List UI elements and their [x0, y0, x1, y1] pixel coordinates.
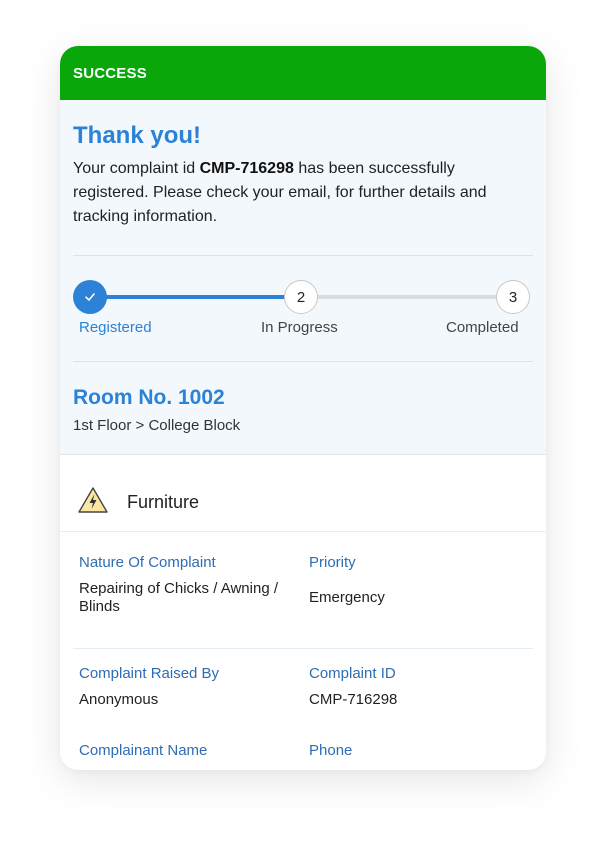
- complaint-id-highlight: CMP-716298: [199, 160, 294, 177]
- check-icon: [85, 293, 95, 301]
- phone: Phone: [309, 742, 529, 768]
- progress-fill: [91, 295, 295, 299]
- confirmation-section: Thank you! Your complaint id CMP-716298 …: [60, 100, 546, 455]
- category-label: Furniture: [127, 492, 200, 512]
- complaint-details: Nature Of Complaint Repairing of Chicks …: [60, 532, 546, 770]
- message-prefix: Your complaint id: [73, 160, 200, 177]
- step-registered-label: Registered: [79, 319, 152, 336]
- divider: [73, 255, 533, 256]
- nature-label: Nature Of Complaint: [79, 554, 216, 571]
- complaint-id-label: Complaint ID: [309, 665, 396, 682]
- room-title: Room No. 1002: [73, 386, 225, 409]
- nature-value: Repairing of Chicks / Awning / Blinds: [79, 580, 278, 615]
- complaint-success-card: SUCCESS Thank you! Your complaint id CMP…: [60, 46, 546, 770]
- success-banner: SUCCESS: [60, 46, 546, 100]
- complaint-raised-by: Complaint Raised By Anonymous: [79, 665, 299, 709]
- complaint-id: Complaint ID CMP-716298: [309, 665, 529, 709]
- banner-label: SUCCESS: [73, 64, 147, 82]
- priority-value: Emergency: [309, 589, 385, 606]
- divider: [73, 648, 533, 649]
- nature-of-complaint: Nature Of Complaint Repairing of Chicks …: [79, 554, 299, 616]
- phone-label: Phone: [309, 742, 353, 759]
- divider: [73, 361, 533, 362]
- complainant-label: Complainant Name: [79, 742, 208, 759]
- complaint-id-value: CMP-716298: [309, 691, 398, 708]
- step-in-progress-circle: 2: [284, 280, 318, 314]
- priority: Priority Emergency: [309, 554, 529, 607]
- step-completed-circle: 3: [496, 280, 530, 314]
- step-registered-circle: [73, 280, 107, 314]
- room-location: 1st Floor > College Block: [73, 417, 241, 434]
- priority-label: Priority: [309, 554, 356, 571]
- category-row: Furniture: [60, 455, 546, 532]
- confirmation-message: Your complaint id CMP-716298 has been su…: [73, 157, 533, 229]
- thank-you-title: Thank you!: [73, 122, 202, 149]
- complainant-name: Complainant Name: [79, 742, 299, 768]
- step-in-progress-label: In Progress: [261, 319, 338, 336]
- warning-lightning-icon: [78, 487, 108, 513]
- raised-by-label: Complaint Raised By: [79, 665, 220, 682]
- raised-by-value: Anonymous: [79, 691, 159, 708]
- step-completed-label: Completed: [446, 319, 519, 336]
